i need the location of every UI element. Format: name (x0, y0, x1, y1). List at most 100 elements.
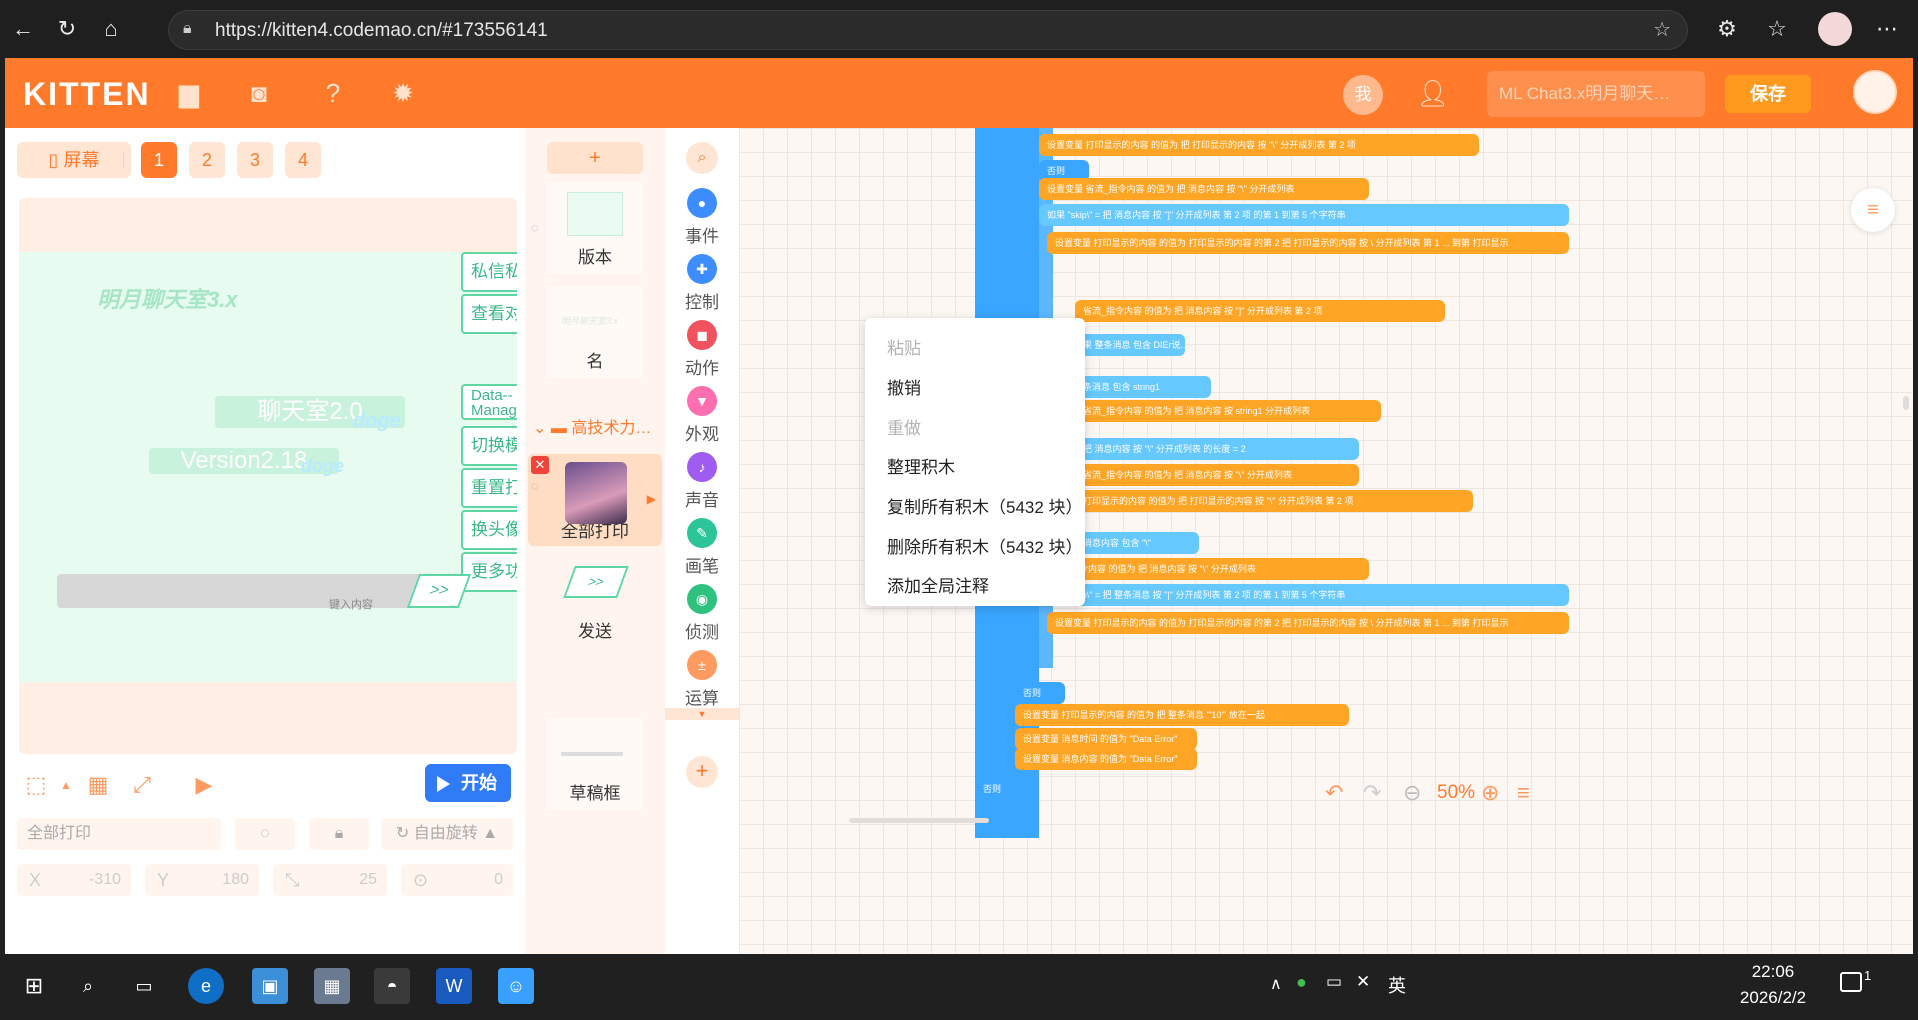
menu-item-delete-all[interactable]: 删除所有积木（5432 块） (887, 533, 1083, 558)
align-icon[interactable]: ≡ (1517, 780, 1530, 806)
code-block[interactable]: 如果 "skip\" = 把 消息内容 按 "]" 分开成列表 第 2 项 的第… (1039, 204, 1569, 226)
system-tool-icon[interactable]: ▦ (314, 968, 350, 1004)
add-sprite-button[interactable]: + (547, 142, 643, 174)
clock-date[interactable]: 2026/2/2 (1728, 988, 1818, 1008)
zoom-out-icon[interactable]: ⊖ (1403, 780, 1421, 806)
code-block[interactable]: 条消息 包含 string1 (1075, 376, 1211, 398)
help-icon[interactable]: ? (313, 76, 353, 110)
screen-tab-4[interactable]: 4 (285, 142, 321, 178)
code-block[interactable]: 设置变量 打印显示的内容 的值为 把 打印显示的内容 按 "\" 分开成列表 第… (1039, 134, 1479, 156)
category-control[interactable]: ✚ 控制 (665, 254, 739, 313)
screen-tab-3[interactable]: 3 (237, 142, 273, 178)
record-icon[interactable]: ▶ (189, 770, 219, 800)
ime-indicator[interactable]: 英 (1388, 972, 1406, 998)
code-block[interactable]: 否则 (1015, 682, 1065, 704)
me-button[interactable]: 我 (1343, 75, 1383, 115)
menu-item-undo[interactable]: 撤销 (887, 374, 921, 399)
search-icon[interactable]: ⌕ (70, 968, 106, 1004)
category-operators[interactable]: ± 运算 (665, 650, 739, 709)
profile-avatar[interactable] (1818, 12, 1852, 46)
caret-up-icon[interactable]: ▲ (51, 770, 81, 800)
delete-sprite-icon[interactable]: ✕ (531, 456, 549, 474)
refresh-icon[interactable]: ↻ (52, 14, 82, 44)
undo-icon[interactable]: ↶ (1325, 780, 1343, 806)
extensions-icon[interactable]: ⚙ (1712, 14, 1742, 44)
caret-right-icon[interactable]: ▶ (647, 492, 656, 506)
code-block[interactable]: 设置变量 打印显示的内容 的值为 打印显示的内容 的第 2 把 打印显示的内容 … (1047, 612, 1569, 634)
hidden-eye-icon[interactable]: ◌ (531, 220, 539, 235)
redo-icon[interactable]: ↷ (1363, 780, 1381, 806)
code-block[interactable]: 消息内容 包含 "\" (1075, 532, 1199, 554)
kitten-app-icon[interactable]: ◓ (374, 968, 410, 1004)
sprite-card-draft[interactable]: 草稿框 (547, 718, 643, 810)
scroll-down-icon[interactable]: ▼ (665, 708, 739, 720)
size-field[interactable]: ⤡ 25 (273, 864, 387, 896)
code-block[interactable]: 设置变量 打印显示的内容 的值为 打印显示的内容 的第 2 把 打印显示的内容 … (1047, 232, 1569, 254)
category-sensing[interactable]: ◉ 侦测 (665, 584, 739, 643)
code-block[interactable]: 把 消息内容 按 "\" 分开成列表 的长度 = 2 (1075, 438, 1359, 460)
y-field[interactable]: Y 180 (145, 864, 259, 896)
code-block[interactable]: 否则 (975, 778, 1029, 800)
stage-private-msg-button[interactable]: 私信私 (461, 252, 517, 292)
horizontal-scrollbar[interactable] (849, 818, 989, 823)
stage-canvas[interactable]: 明月聊天室3.x 聊天室2.0 doge Version2.18 doge 私信… (19, 198, 517, 754)
save-button[interactable]: 保存 (1725, 75, 1811, 113)
tray-app-icon[interactable]: ● (1296, 972, 1307, 993)
menu-item-clean-up[interactable]: 整理积木 (887, 453, 955, 478)
grid-icon[interactable]: ▦ (83, 770, 113, 800)
sprite-card-version[interactable]: 版本 (547, 182, 643, 274)
code-block[interactable]: 省流_指令内容 的值为 把 消息内容 按 "\" 分开成列表 (1075, 464, 1359, 486)
sprite-folder[interactable]: ⌄ ▬ 高技术力… (533, 414, 651, 438)
zoom-in-icon[interactable]: ⊕ (1481, 780, 1499, 806)
code-block[interactable]: 省流_指令内容 的值为 把 消息内容 按 "\" 分开成列表 (1039, 558, 1369, 580)
stage-view-button[interactable]: 查看对 (461, 294, 517, 334)
visibility-toggle-icon[interactable]: ◌ (235, 818, 295, 850)
menu-item-add-comment[interactable]: 添加全局注释 (887, 572, 989, 597)
task-view-icon[interactable]: ▭ (126, 968, 162, 1004)
code-block[interactable]: 省流_指令内容 的值为 把 消息内容 按 "]" 分开成列表 第 2 项 (1075, 300, 1445, 322)
fullscreen-icon[interactable]: ⤢ (127, 770, 157, 800)
star-icon[interactable]: ☆ (1653, 17, 1671, 42)
sprite-card-send[interactable]: >> 发送 (547, 556, 643, 648)
control-panel-icon[interactable]: ▣ (252, 968, 288, 1004)
category-looks[interactable]: ▼ 外观 (665, 386, 739, 445)
menu-item-duplicate-all[interactable]: 复制所有积木（5432 块） (887, 493, 1083, 518)
word-icon[interactable]: W (436, 968, 472, 1004)
screen-tab-1[interactable]: 1 (141, 142, 177, 178)
add-extension-button[interactable]: + (686, 756, 718, 788)
code-block[interactable]: 设置变量 消息时间 的值为 "Data Error" (1015, 728, 1197, 750)
bag-icon[interactable]: ◙ (239, 76, 279, 110)
stage-more-button[interactable]: 更多功 (461, 552, 517, 592)
stage-change-avatar-button[interactable]: 换头像 (461, 510, 517, 550)
notification-icon[interactable] (1840, 972, 1862, 992)
user-avatar[interactable] (1853, 70, 1897, 114)
screen-tab-2[interactable]: 2 (189, 142, 225, 178)
project-title[interactable]: ML Chat3.x明月聊天… (1487, 71, 1705, 117)
stage-switch-mode-button[interactable]: 切换模 (461, 426, 517, 466)
menu-item-redo[interactable]: 重做 (887, 414, 921, 439)
favorites-icon[interactable]: ☆ (1762, 14, 1792, 44)
code-block[interactable]: 省流_指令内容 的值为 把 消息内容 按 string1 分开成列表 (1075, 400, 1381, 422)
category-sound[interactable]: ♪ 声音 (665, 452, 739, 511)
category-pen[interactable]: ✎ 画笔 (665, 518, 739, 577)
block-search-icon[interactable]: ≡ (1851, 188, 1895, 232)
add-collaborator-icon[interactable]: 👤︎ (1413, 76, 1453, 110)
stage-data-manage-button[interactable]: Data--Manag (461, 384, 517, 420)
code-block[interactable]: 如果 "skip\" = 把 整条消息 按 "|" 分开成列表 第 2 项 的第… (1039, 584, 1569, 606)
network-icon[interactable]: ▭ (1326, 972, 1342, 992)
folder-icon[interactable]: ▆ (169, 76, 209, 110)
search-icon[interactable]: ⌕ (686, 142, 718, 174)
settings-icon[interactable]: ✹ (383, 76, 423, 110)
url-text[interactable]: https://kitten4.codemao.cn/#173556141 (215, 20, 548, 42)
hidden-eye-icon[interactable]: ◌ (531, 478, 539, 493)
category-event[interactable]: ● 事件 (665, 188, 739, 247)
stage-message-input[interactable] (57, 574, 447, 608)
back-icon[interactable]: ← (8, 14, 38, 44)
address-bar[interactable]: 🔒︎ https://kitten4.codemao.cn/#173556141… (168, 10, 1688, 50)
codemao-icon[interactable]: ☺ (498, 968, 534, 1004)
code-block[interactable]: 设置变量 消息内容 的值为 "Data Error" (1015, 748, 1197, 770)
more-icon[interactable]: ⋯ (1872, 14, 1902, 44)
code-block[interactable]: 果 整条消息 包含 DIEr说... (1075, 334, 1185, 356)
code-block[interactable]: 打印显示的内容 的值为 把 打印显示的内容 按 "\" 分开成列表 第 2 项 (1075, 490, 1473, 512)
home-icon[interactable]: ⌂ (96, 14, 126, 44)
